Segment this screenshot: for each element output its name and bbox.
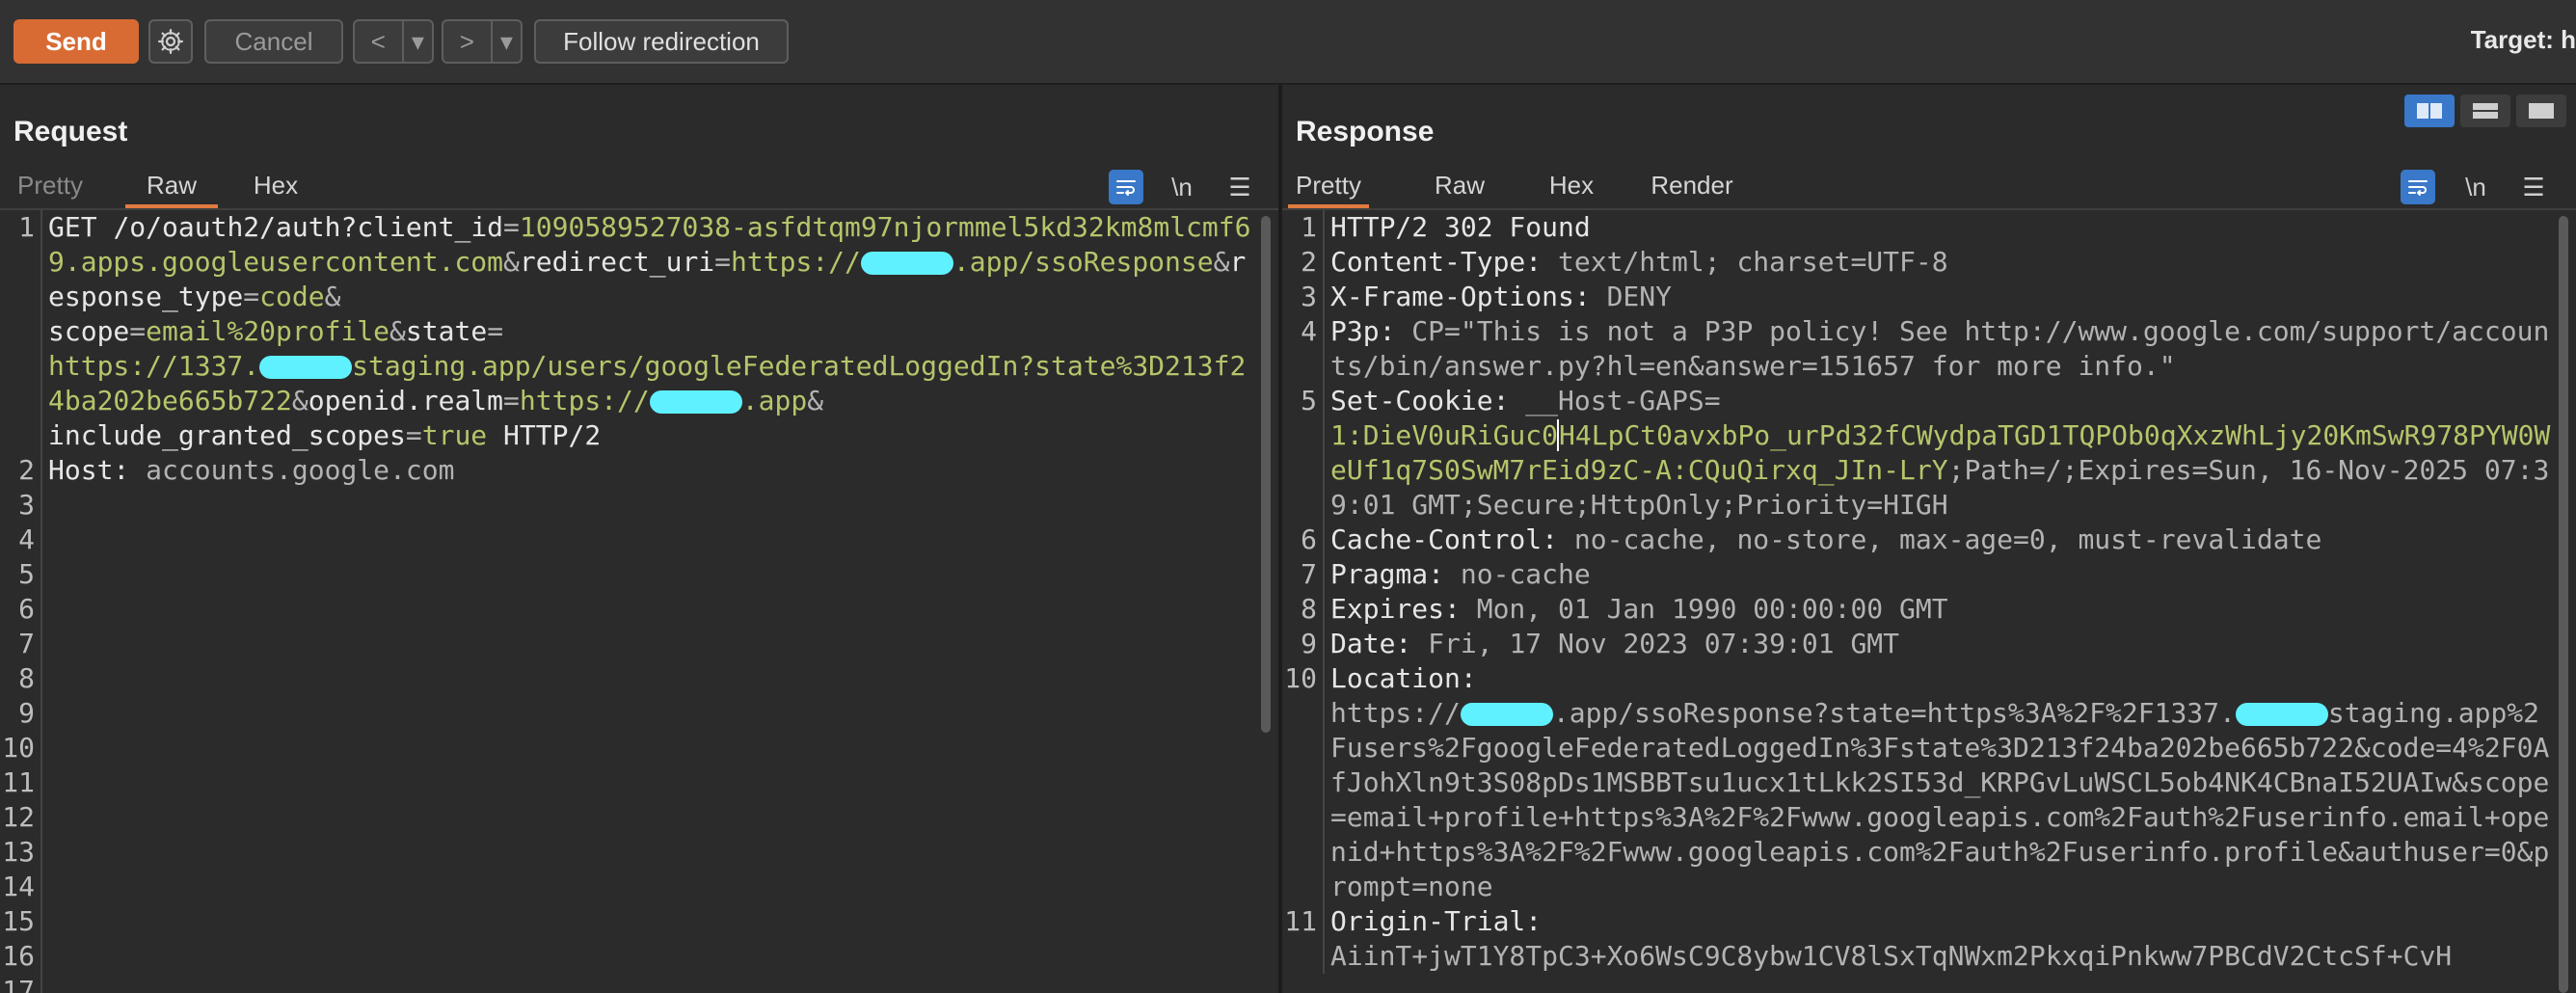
response-tabs: Pretty Raw Hex Render [1282, 166, 2576, 210]
toolbar: Send Cancel < ▾ > ▾ Follow redirection T… [0, 0, 2576, 85]
back-arrow-icon[interactable]: < [355, 21, 404, 62]
newline-toggle[interactable]: \n [2458, 170, 2493, 204]
code-line: 2 Host: accounts.google.com [0, 453, 1255, 488]
back-dropdown-icon[interactable]: ▾ [404, 21, 432, 62]
code-line: 3 [0, 488, 1255, 523]
layout-tabs-button[interactable] [2516, 94, 2566, 127]
response-menu-icon[interactable]: ☰ [2516, 170, 2551, 204]
response-scrollbar[interactable] [2559, 216, 2568, 993]
word-wrap-toggle[interactable] [2401, 170, 2435, 204]
wrap-icon [2408, 180, 2428, 196]
tab-response-pretty[interactable]: Pretty [1288, 166, 1369, 208]
tab-request-hex[interactable]: Hex [249, 166, 303, 208]
redacted-domain [649, 390, 742, 414]
tab-response-render[interactable]: Render [1647, 166, 1737, 208]
request-scrollbar[interactable] [1261, 216, 1271, 733]
code-line: 14 [0, 870, 1255, 904]
request-title: Request [13, 116, 128, 148]
code-line: 6 [0, 592, 1255, 627]
cancel-button[interactable]: Cancel [204, 19, 343, 64]
code-line: 4 [0, 523, 1255, 557]
gear-icon [158, 29, 183, 54]
redacted-domain [259, 356, 353, 379]
forward-history-button[interactable]: > ▾ [442, 19, 523, 64]
code-line: 13 [0, 835, 1255, 870]
code-line: 8 Expires: Mon, 01 Jan 1990 00:00:00 GMT [1282, 592, 2553, 627]
code-line: 8 [0, 661, 1255, 696]
layout-switcher [2404, 94, 2566, 127]
rows-icon [2473, 103, 2498, 119]
redacted-domain [2235, 703, 2328, 726]
response-panel: Response Pretty Raw Hex Render \n ☰ 1 HTT… [1282, 85, 2576, 993]
layout-side-by-side-button[interactable] [2404, 94, 2455, 127]
code-line: 4 P3p: CP="This is not a P3P policy! See … [1282, 314, 2553, 384]
code-line: 9 [0, 696, 1255, 731]
code-line: 7 Pragma: no-cache [1282, 557, 2553, 592]
request-menu-icon[interactable]: ☰ [1222, 170, 1257, 204]
forward-arrow-icon[interactable]: > [443, 21, 493, 62]
code-line: 15 [0, 904, 1255, 939]
settings-button[interactable] [148, 19, 193, 64]
code-line: 17 [0, 974, 1255, 993]
code-line: 1 HTTP/2 302 Found [1282, 210, 2553, 245]
back-history-button[interactable]: < ▾ [353, 19, 434, 64]
code-line: 7 [0, 627, 1255, 661]
request-panel: Request Pretty Raw Hex \n ☰ 1 GET /o/oau… [0, 85, 1278, 993]
code-line: 9 Date: Fri, 17 Nov 2023 07:39:01 GMT [1282, 627, 2553, 661]
response-title: Response [1296, 116, 1435, 148]
tab-request-raw[interactable]: Raw [125, 166, 218, 208]
columns-icon [2417, 103, 2442, 119]
target-label[interactable]: Target: h [2471, 25, 2576, 55]
code-line: 2 Content-Type: text/html; charset=UTF-8 [1282, 245, 2553, 280]
layout-stacked-button[interactable] [2460, 94, 2510, 127]
redacted-domain [860, 252, 953, 275]
code-line: 12 [0, 800, 1255, 835]
redacted-domain [1460, 703, 1553, 726]
newline-toggle[interactable]: \n [1165, 170, 1199, 204]
response-editor[interactable]: 1 HTTP/2 302 Found 2 Content-Type: text/ht… [1282, 210, 2553, 993]
code-line: 11 [0, 765, 1255, 800]
single-panel-icon [2529, 103, 2554, 119]
code-line: 16 [0, 939, 1255, 974]
request-tabs: Pretty Raw Hex [0, 166, 1278, 210]
forward-dropdown-icon[interactable]: ▾ [493, 21, 521, 62]
code-line: 10 [0, 731, 1255, 765]
tab-request-pretty[interactable]: Pretty [13, 166, 87, 208]
tab-response-raw[interactable]: Raw [1433, 166, 1487, 208]
tab-response-hex[interactable]: Hex [1544, 166, 1598, 208]
code-line: 5 Set-Cookie: __Host-GAPS= 1:DieV0uRiGuc0… [1282, 384, 2553, 523]
code-line: 5 [0, 557, 1255, 592]
code-line: 10 Location: https://.app/ssoResponse?sta… [1282, 661, 2553, 904]
code-line: 6 Cache-Control: no-cache, no-store, max-… [1282, 523, 2553, 557]
send-button[interactable]: Send [13, 19, 139, 64]
code-line: 1 GET /o/oauth2/auth?client_id=109058952… [0, 210, 1255, 453]
code-line: 11 Origin-Trial: AiinT+jwT1Y8TpC3+Xo6WsC9… [1282, 904, 2553, 974]
follow-redirection-button[interactable]: Follow redirection [534, 19, 789, 64]
word-wrap-toggle[interactable] [1109, 170, 1143, 204]
code-line: 3 X-Frame-Options: DENY [1282, 280, 2553, 314]
wrap-icon [1116, 180, 1136, 196]
request-editor[interactable]: 1 GET /o/oauth2/auth?client_id=109058952… [0, 210, 1255, 993]
